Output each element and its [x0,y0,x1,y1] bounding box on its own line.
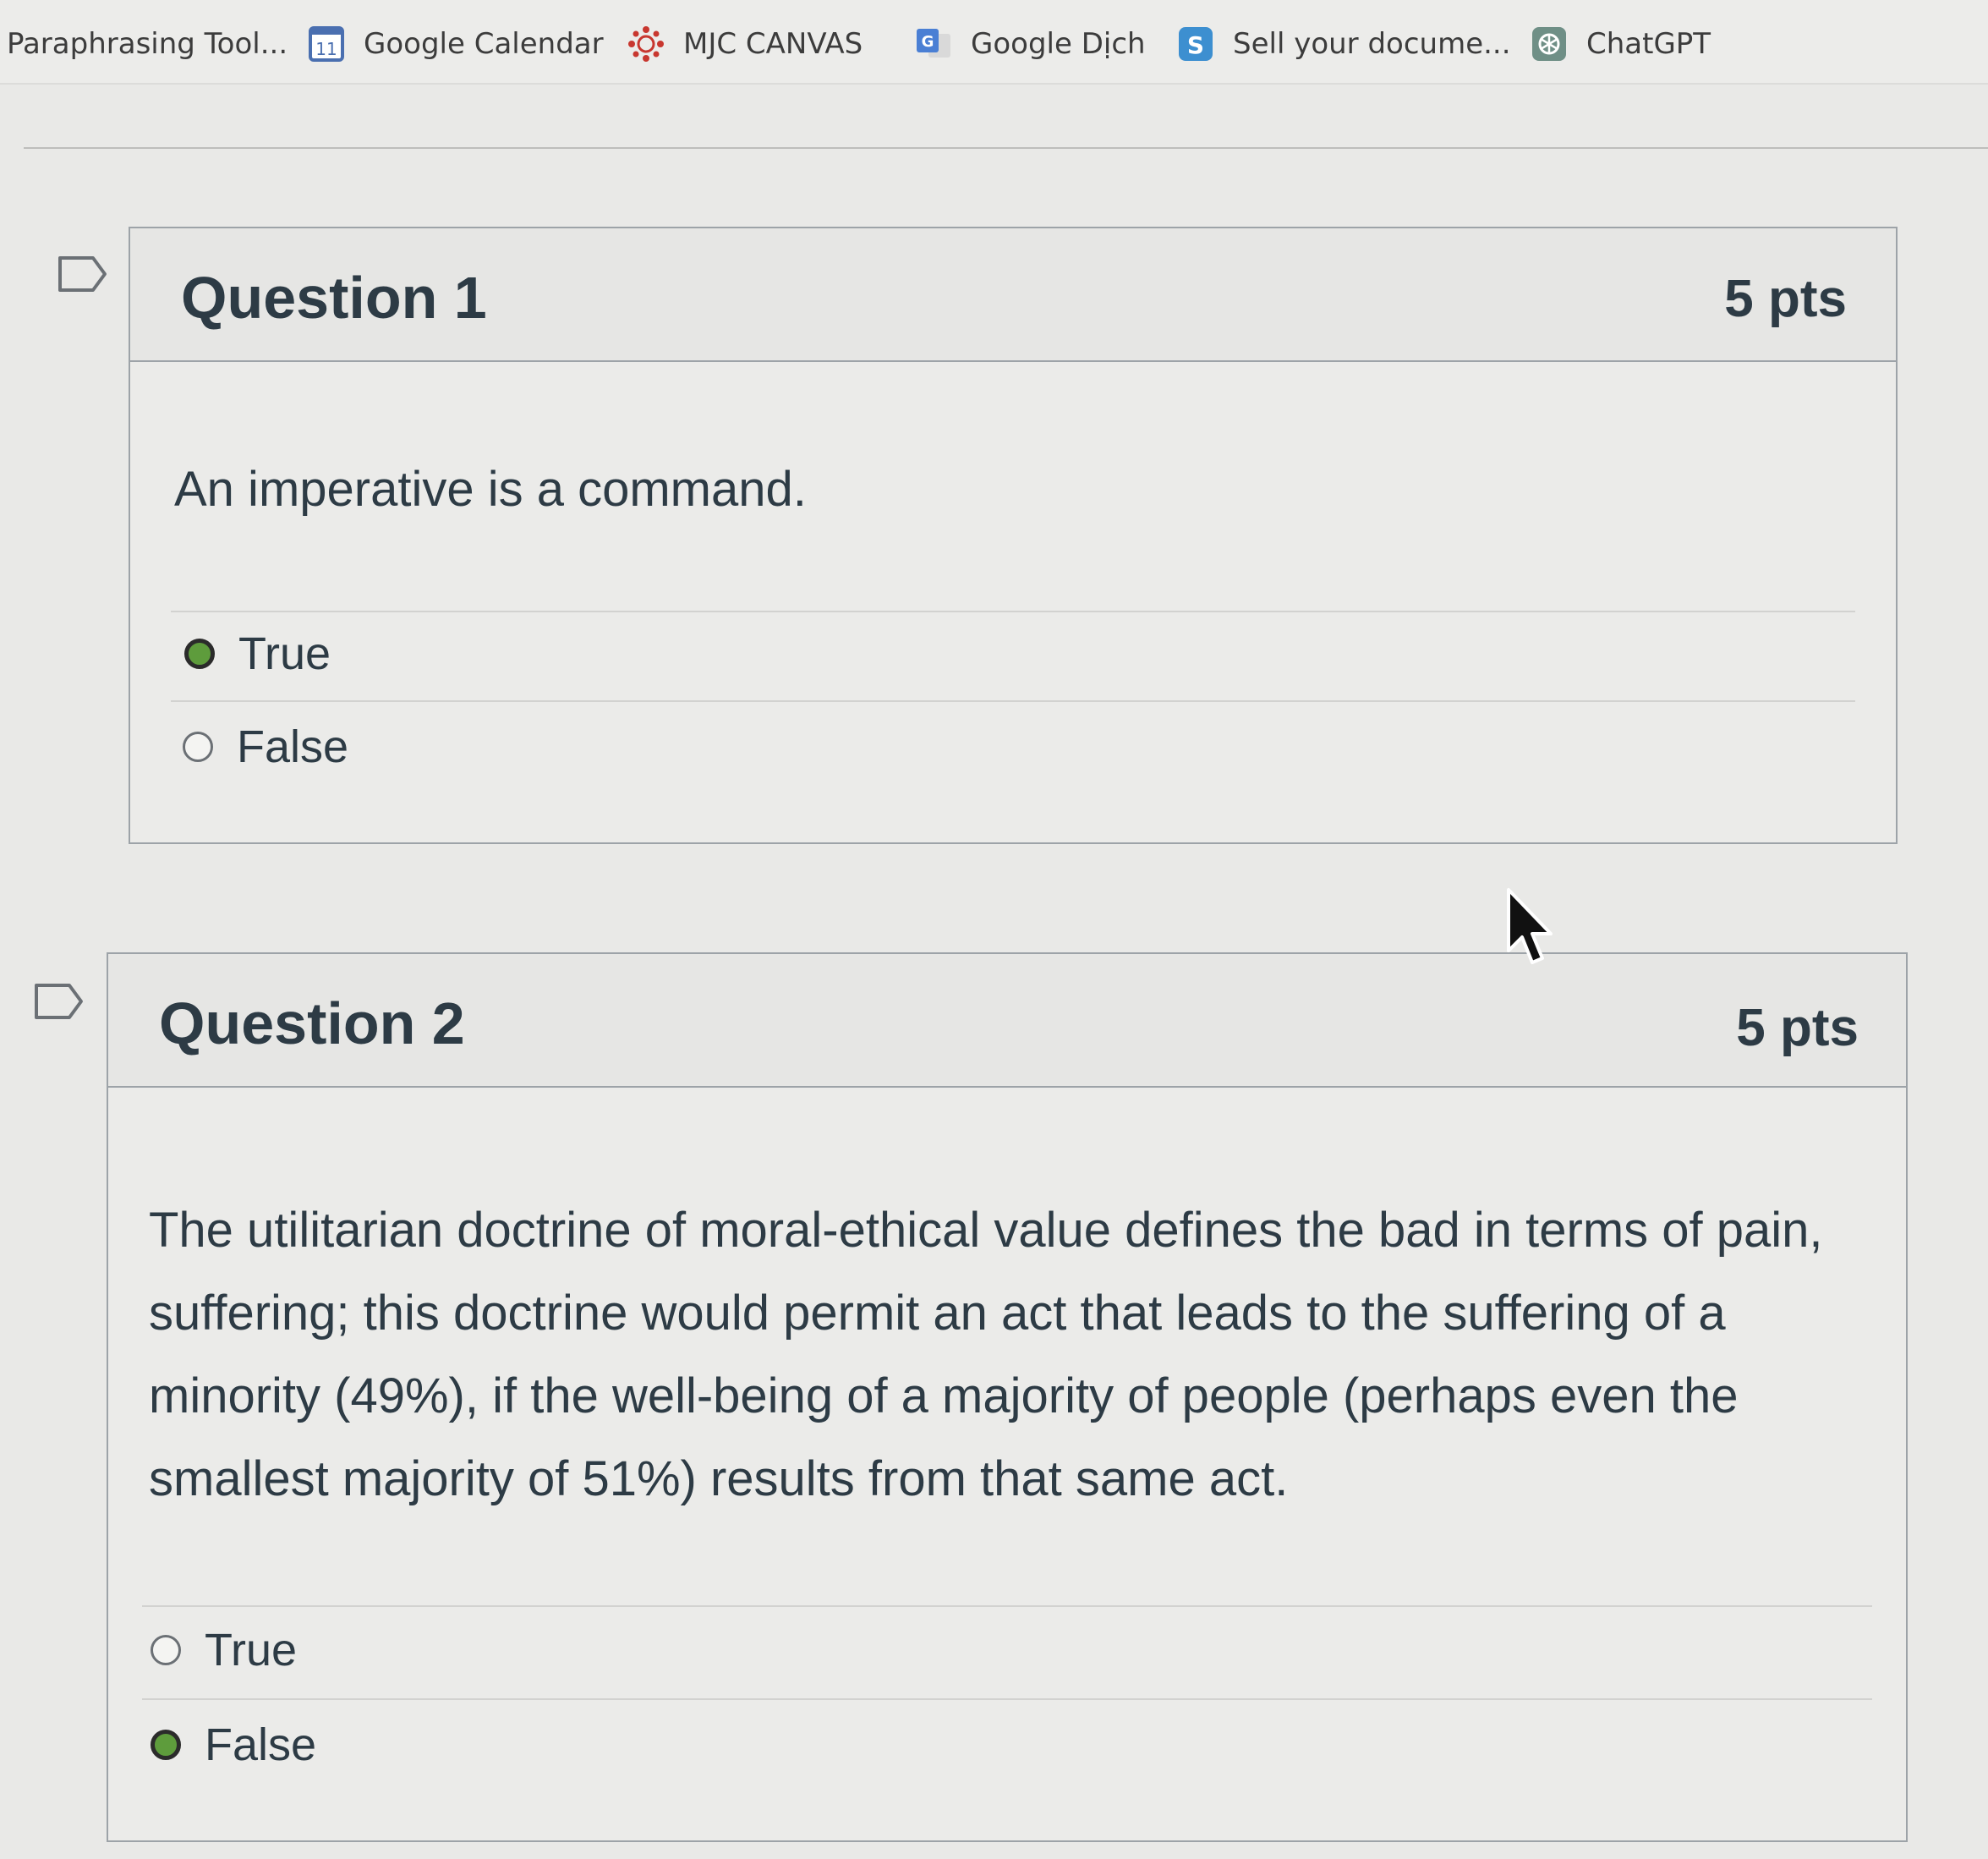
question-points: 5 pts [1724,270,1847,328]
bookmark-label: ChatGPT [1586,27,1711,61]
bookmark-google-calendar[interactable]: 11 Google Calendar [308,19,604,69]
chatgpt-icon [1531,25,1568,63]
question-title: Question 1 [181,265,487,331]
answer-label: True [205,1625,298,1675]
answer-label: True [238,628,331,679]
google-translate-icon: G [915,25,952,63]
bookmark-chatgpt[interactable]: ChatGPT [1531,19,1711,69]
bookmark-label: Paraphrasing Tool... [7,27,288,61]
svg-text:11: 11 [315,39,337,59]
divider [24,147,1988,149]
bookmark-paraphrasing-tool[interactable]: Paraphrasing Tool... [7,19,288,69]
answer-option-true[interactable]: True [184,624,331,683]
bookmark-sell-your-documents[interactable]: S Sell your docume... [1177,19,1511,69]
answer-divider [171,700,1855,702]
answer-option-false[interactable]: False [183,717,348,776]
flag-question-icon[interactable] [58,255,108,293]
bookmarks-bar: Paraphrasing Tool... 11 Google Calendar [0,0,1988,85]
radio-unselected[interactable] [151,1635,181,1665]
question-text: The utilitarian doctrine of moral-ethica… [149,1203,1823,1506]
bookmark-label: Google Calendar [364,27,604,61]
bookmark-mjc-canvas[interactable]: MJC CANVAS [627,19,863,69]
answer-option-true[interactable]: True [151,1620,297,1680]
question-card: Question 1 5 pts An imperative is a comm… [129,227,1898,844]
question-points: 5 pts [1736,999,1859,1057]
bookmark-label: Sell your docume... [1233,27,1511,61]
radio-unselected[interactable] [183,732,213,762]
canvas-icon [627,25,665,63]
radio-selected[interactable] [184,639,215,669]
bookmark-label: MJC CANVAS [683,27,863,61]
flag-question-icon[interactable] [34,983,85,1020]
question-header: Question 1 5 pts [130,228,1896,362]
answer-divider [171,611,1855,612]
answer-option-false[interactable]: False [151,1715,316,1774]
radio-selected[interactable] [151,1730,181,1760]
mouse-cursor-icon [1503,886,1563,971]
answer-label: False [205,1719,317,1770]
bookmark-label: Google Dịch [971,27,1146,61]
question-text: An imperative is a command. [174,462,807,517]
calendar-icon: 11 [308,25,345,63]
svg-text:S: S [1187,31,1204,59]
answer-divider [142,1698,1872,1700]
svg-text:G: G [922,33,934,51]
question-header: Question 2 5 pts [108,954,1906,1088]
answer-label: False [237,721,349,772]
bookmark-google-dich[interactable]: G Google Dịch [915,19,1146,69]
s-icon: S [1177,25,1214,63]
question-title: Question 2 [159,990,465,1056]
question-card: Question 2 5 pts The utilitarian doctrin… [107,952,1908,1842]
answer-divider [142,1605,1872,1607]
